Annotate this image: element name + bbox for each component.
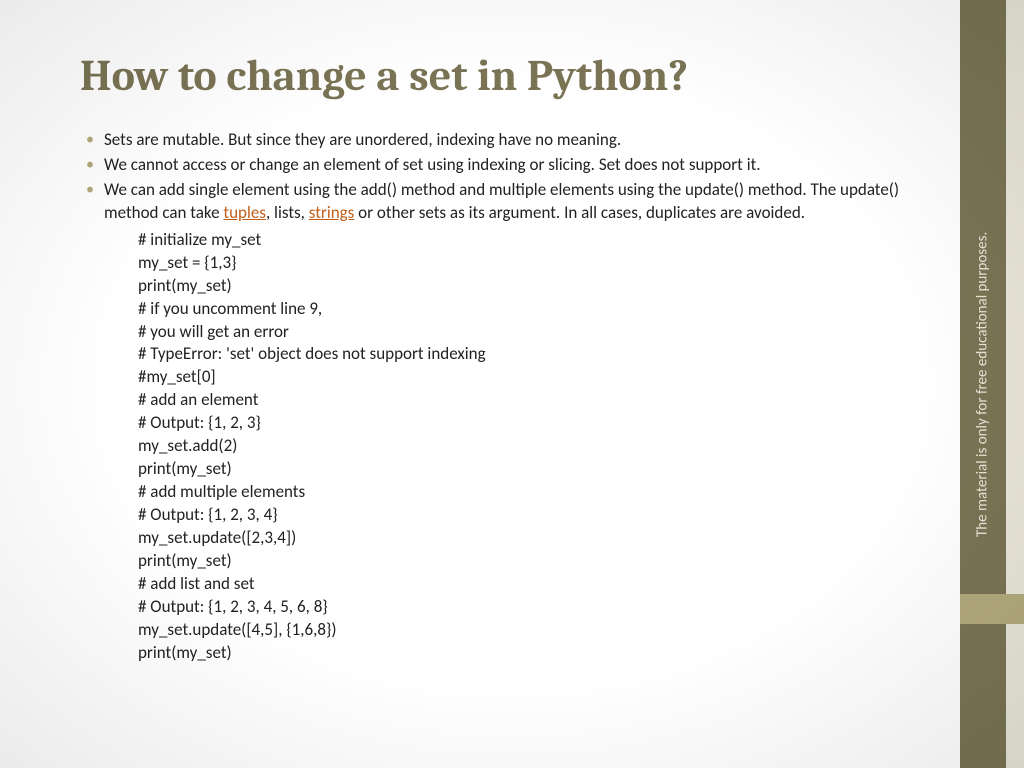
sidebar-caption: The material is only for free educationa… [961, 0, 1005, 768]
code-line: print(my_set) [138, 642, 900, 665]
sidebar: The material is only for free educationa… [960, 0, 1024, 768]
code-line: # add list and set [138, 573, 900, 596]
code-line: # you will get an error [138, 321, 900, 344]
code-line: # if you uncomment line 9, [138, 298, 900, 321]
sidebar-caption-text: The material is only for free educationa… [974, 231, 993, 536]
bullet-item: We cannot access or change an element of… [80, 154, 900, 177]
code-line: # Output: {1, 2, 3, 4, 5, 6, 8} [138, 596, 900, 619]
code-line: my_set.update([2,3,4]) [138, 527, 900, 550]
bullet-list: Sets are mutable. But since they are uno… [80, 129, 900, 225]
code-line: my_set = {1,3} [138, 252, 900, 275]
code-line: my_set.update([4,5], {1,6,8}) [138, 619, 900, 642]
code-block: # initialize my_set my_set = {1,3} print… [80, 229, 900, 665]
bullet-text: , lists, [266, 202, 309, 223]
slide-content: How to change a set in Python? Sets are … [0, 0, 960, 768]
link-strings[interactable]: strings [309, 202, 355, 223]
code-line: print(my_set) [138, 458, 900, 481]
code-line: # add multiple elements [138, 481, 900, 504]
code-line: #my_set[0] [138, 366, 900, 389]
code-line: # Output: {1, 2, 3} [138, 412, 900, 435]
code-line: # add an element [138, 389, 900, 412]
code-line: # Output: {1, 2, 3, 4} [138, 504, 900, 527]
code-line: print(my_set) [138, 275, 900, 298]
code-line: # TypeError: 'set' object does not suppo… [138, 343, 900, 366]
bullet-text: or other sets as its argument. In all ca… [354, 202, 805, 223]
bullet-item: Sets are mutable. But since they are uno… [80, 129, 900, 152]
code-line: my_set.add(2) [138, 435, 900, 458]
link-tuples[interactable]: tuples [223, 202, 266, 223]
code-line: print(my_set) [138, 550, 900, 573]
bullet-item: We can add single element using the add(… [80, 179, 900, 225]
slide-title: How to change a set in Python? [80, 50, 900, 101]
sidebar-edge [1006, 0, 1024, 768]
code-line: # initialize my_set [138, 229, 900, 252]
